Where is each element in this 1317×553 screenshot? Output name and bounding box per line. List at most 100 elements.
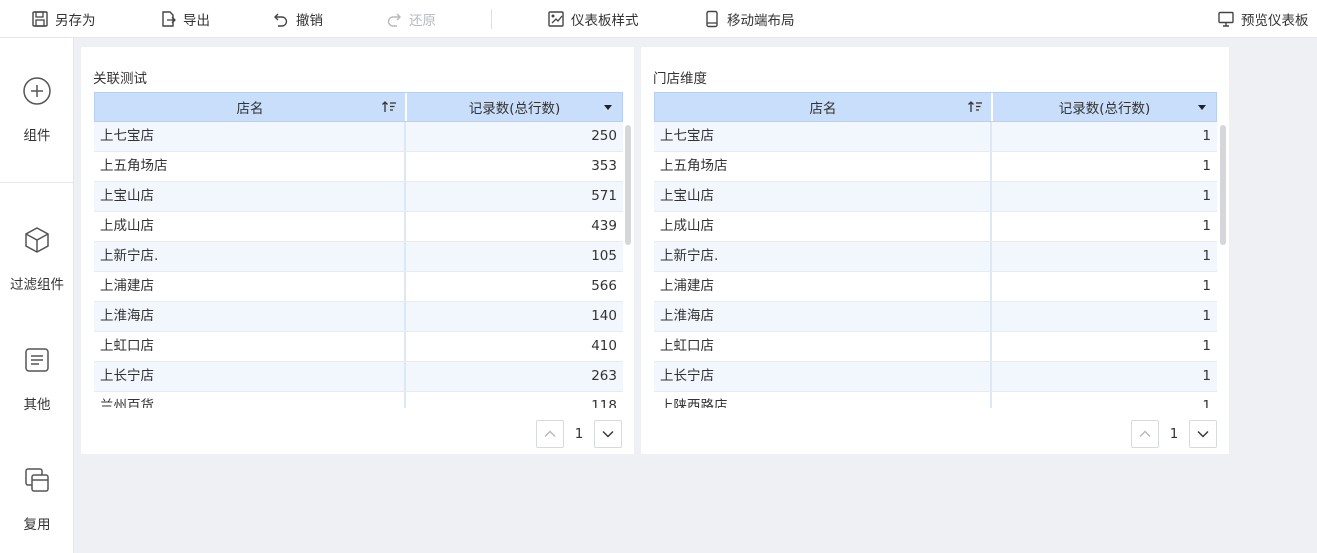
table-row[interactable]: 上长宁店 263 [94, 362, 623, 392]
cell-record-count: 1 [1202, 218, 1211, 234]
table-body: 上七宝店 250 上五角场店 353 上宝山店 571 上成山店 439 上新宁店. 10… [94, 122, 623, 408]
sidebar-item-label: 复用 [23, 517, 51, 533]
preview-dashboard-button[interactable]: 预览仪表板 [1217, 0, 1309, 38]
cell-record-count: 140 [591, 308, 617, 324]
column-header-label: 记录数(总行数) [468, 101, 561, 117]
mobile-layout-button[interactable]: 移动端布局 [703, 0, 795, 38]
table-row[interactable]: 兰州百货 118 [94, 392, 623, 408]
table-row[interactable]: 上成山店 439 [94, 212, 623, 242]
sidebar-item-filter-components[interactable]: 过滤组件 [0, 225, 74, 293]
chevron-up-icon [1139, 430, 1151, 437]
cell-record-count: 566 [591, 278, 617, 294]
dashboard-style-label: 仪表板样式 [571, 13, 639, 29]
table-widget-association-test[interactable]: 关联测试 店名 记录数(总行数) 上七宝店 250 上五角场店 353 上宝山店 57… [81, 47, 634, 454]
table-row[interactable]: 上浦建店 566 [94, 272, 623, 302]
column-header-store-name[interactable]: 店名 [655, 93, 993, 121]
sidebar-item-label: 其他 [23, 397, 51, 413]
table-header: 店名 记录数(总行数) [94, 92, 623, 122]
table-row[interactable]: 上淮海店 1 [654, 302, 1217, 332]
cell-record-count: 1 [1202, 398, 1211, 408]
cell-store-name: 上新宁店. [94, 242, 406, 271]
prev-page-button[interactable] [1131, 420, 1159, 448]
cell-record-count: 439 [591, 218, 617, 234]
column-header-record-count[interactable]: 记录数(总行数) [993, 93, 1216, 121]
preview-dashboard-label: 预览仪表板 [1241, 13, 1309, 29]
cell-record-count: 410 [591, 338, 617, 354]
redo-button[interactable]: 还原 [385, 0, 436, 38]
cell-store-name: 上淮海店 [94, 302, 406, 331]
cell-record-count: 353 [591, 158, 617, 174]
sidebar-item-label: 组件 [23, 128, 51, 144]
undo-button[interactable]: 撤销 [272, 0, 323, 38]
table-row[interactable]: 上虹口店 1 [654, 332, 1217, 362]
cell-record-count: 1 [1202, 338, 1211, 354]
pagination: 1 [536, 420, 622, 448]
cell-store-name: 上陕西路店 [654, 392, 992, 408]
widget-title: 关联测试 [93, 71, 147, 87]
next-page-button[interactable] [1189, 420, 1217, 448]
table-row[interactable]: 上成山店 1 [654, 212, 1217, 242]
table-scrollbar[interactable] [625, 125, 631, 245]
table-row[interactable]: 上宝山店 1 [654, 182, 1217, 212]
caret-down-icon[interactable] [1198, 105, 1206, 110]
sidebar-item-other[interactable]: 其他 [0, 345, 74, 413]
dashboard-style-button[interactable]: 仪表板样式 [547, 0, 639, 38]
top-toolbar: 另存为 导出 撤销 还原 仪表板样式 移动端布局 预览仪表板 [0, 0, 1317, 38]
undo-label: 撤销 [296, 13, 323, 29]
cell-store-name: 上宝山店 [654, 182, 992, 211]
cell-store-name: 上虹口店 [94, 332, 406, 361]
table-row[interactable]: 上七宝店 1 [654, 122, 1217, 152]
caret-down-icon[interactable] [604, 105, 612, 110]
data-table: 店名 记录数(总行数) 上七宝店 250 上五角场店 353 上宝山店 571 上成山… [94, 92, 623, 408]
cell-store-name: 上虹口店 [654, 332, 992, 361]
cell-record-count: 1 [1202, 248, 1211, 264]
column-header-record-count[interactable]: 记录数(总行数) [407, 93, 622, 121]
cell-store-name: 兰州百货 [94, 392, 406, 408]
cell-store-name: 上宝山店 [94, 182, 406, 211]
table-row[interactable]: 上浦建店 1 [654, 272, 1217, 302]
table-widget-store-dimension[interactable]: 门店维度 店名 记录数(总行数) 上七宝店 1 上五角场店 1 上宝山店 1 上成山店… [641, 47, 1229, 454]
table-row[interactable]: 上淮海店 140 [94, 302, 623, 332]
table-row[interactable]: 上虹口店 410 [94, 332, 623, 362]
cell-store-name: 上五角场店 [94, 152, 406, 181]
toolbar-divider [491, 9, 492, 29]
table-row[interactable]: 上新宁店. 105 [94, 242, 623, 272]
column-header-label: 记录数(总行数) [1058, 101, 1151, 117]
cell-record-count: 1 [1202, 368, 1211, 384]
table-row[interactable]: 上七宝店 250 [94, 122, 623, 152]
cell-record-count: 105 [591, 248, 617, 264]
export-button[interactable]: 导出 [159, 0, 210, 38]
cube-icon [25, 227, 49, 253]
column-header-label: 店名 [236, 101, 264, 117]
cell-store-name: 上长宁店 [654, 362, 992, 391]
chevron-down-icon [602, 431, 614, 438]
table-row[interactable]: 上宝山店 571 [94, 182, 623, 212]
mobile-layout-label: 移动端布局 [727, 13, 795, 29]
table-row[interactable]: 上五角场店 1 [654, 152, 1217, 182]
table-row[interactable]: 上陕西路店 1 [654, 392, 1217, 408]
cell-record-count: 1 [1202, 188, 1211, 204]
sidebar-item-reuse[interactable]: 复用 [0, 465, 74, 533]
table-row[interactable]: 上新宁店. 1 [654, 242, 1217, 272]
cell-record-count: 1 [1202, 308, 1211, 324]
cell-store-name: 上新宁店. [654, 242, 992, 271]
table-scrollbar[interactable] [1220, 125, 1226, 245]
table-row[interactable]: 上五角场店 353 [94, 152, 623, 182]
sidebar-divider [0, 182, 73, 183]
prev-page-button[interactable] [536, 420, 564, 448]
cell-store-name: 上浦建店 [654, 272, 992, 301]
dashboard-canvas: 关联测试 店名 记录数(总行数) 上七宝店 250 上五角场店 353 上宝山店 57… [74, 38, 1317, 553]
sort-icon[interactable] [381, 99, 397, 115]
widget-title: 门店维度 [653, 71, 707, 87]
cell-store-name: 上七宝店 [654, 122, 992, 151]
next-page-button[interactable] [594, 420, 622, 448]
table-row[interactable]: 上长宁店 1 [654, 362, 1217, 392]
copy-icon [25, 468, 49, 492]
save-as-button[interactable]: 另存为 [31, 0, 96, 38]
sort-icon[interactable] [967, 99, 983, 115]
column-header-store-name[interactable]: 店名 [95, 93, 407, 121]
document-icon [25, 348, 49, 372]
sidebar-item-components[interactable]: 组件 [0, 76, 74, 144]
cell-store-name: 上五角场店 [654, 152, 992, 181]
table-body: 上七宝店 1 上五角场店 1 上宝山店 1 上成山店 1 上新宁店. 1 上浦建店 1 上淮… [654, 122, 1217, 408]
